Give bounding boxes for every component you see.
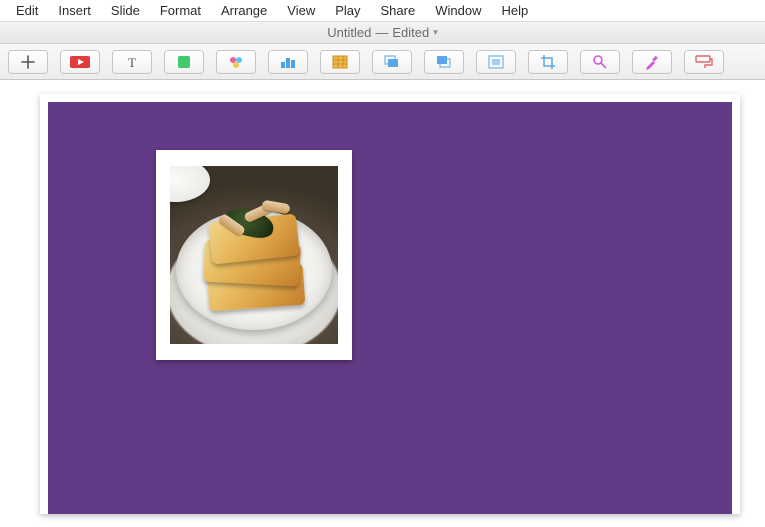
wand-icon xyxy=(592,54,608,70)
bring-front-icon xyxy=(384,55,400,69)
menu-share[interactable]: Share xyxy=(371,1,426,20)
doc-name[interactable]: Untitled xyxy=(327,25,371,40)
table-icon xyxy=(332,55,348,69)
menu-play[interactable]: Play xyxy=(325,1,370,20)
menu-format[interactable]: Format xyxy=(150,1,211,20)
media-icon xyxy=(228,54,244,70)
back-button[interactable] xyxy=(424,50,464,74)
background-plate xyxy=(170,166,210,202)
shape-icon xyxy=(177,55,191,69)
slide-background[interactable] xyxy=(48,102,732,514)
text-icon: T xyxy=(125,55,139,69)
plus-icon xyxy=(21,55,35,69)
toolbar: T xyxy=(0,44,765,80)
send-back-icon xyxy=(436,55,452,69)
play-icon xyxy=(69,55,91,69)
add-slide-button[interactable] xyxy=(8,50,48,74)
text-button[interactable]: T xyxy=(112,50,152,74)
food-stack xyxy=(204,202,304,308)
title-separator: — xyxy=(375,25,388,40)
window-titlebar: Untitled — Edited ▾ xyxy=(0,22,765,44)
menu-slide[interactable]: Slide xyxy=(101,1,150,20)
paint-roller-icon xyxy=(695,55,713,69)
chevron-down-icon[interactable]: ▾ xyxy=(433,27,438,38)
eyedropper-icon xyxy=(644,54,660,70)
menu-view[interactable]: View xyxy=(277,1,325,20)
crop-button[interactable] xyxy=(528,50,568,74)
play-button[interactable] xyxy=(60,50,100,74)
slide-canvas[interactable] xyxy=(0,80,765,527)
menu-arrange[interactable]: Arrange xyxy=(211,1,277,20)
chart-icon xyxy=(280,55,296,69)
menu-help[interactable]: Help xyxy=(491,1,538,20)
chart-button[interactable] xyxy=(268,50,308,74)
svg-text:T: T xyxy=(128,55,136,69)
doc-state[interactable]: Edited xyxy=(392,25,429,40)
mask-button[interactable] xyxy=(476,50,516,74)
menu-window[interactable]: Window xyxy=(425,1,491,20)
table-button[interactable] xyxy=(320,50,360,74)
crop-icon xyxy=(540,54,556,70)
food-photo[interactable] xyxy=(170,166,338,344)
front-button[interactable] xyxy=(372,50,412,74)
shape-button[interactable] xyxy=(164,50,204,74)
menu-insert[interactable]: Insert xyxy=(48,1,101,20)
media-button[interactable] xyxy=(216,50,256,74)
instant-alpha-button[interactable] xyxy=(580,50,620,74)
eyedropper-button[interactable] xyxy=(632,50,672,74)
image-frame[interactable] xyxy=(156,150,352,360)
slide[interactable] xyxy=(40,94,740,514)
mask-icon xyxy=(488,55,504,69)
copy-style-button[interactable] xyxy=(684,50,724,74)
menubar: Edit Insert Slide Format Arrange View Pl… xyxy=(0,0,765,22)
menu-edit[interactable]: Edit xyxy=(6,1,48,20)
